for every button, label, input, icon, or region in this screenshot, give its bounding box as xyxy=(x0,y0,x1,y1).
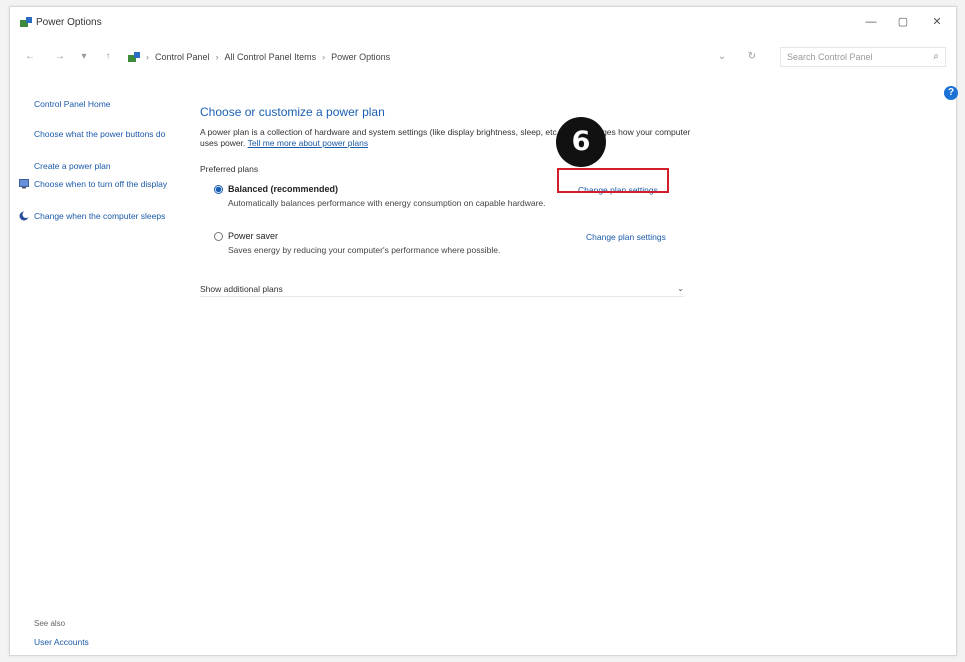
power-saver-radio[interactable] xyxy=(214,232,223,241)
control-panel-icon xyxy=(128,51,140,62)
breadcrumb-all-items[interactable]: All Control Panel Items xyxy=(225,52,317,62)
monitor-icon xyxy=(19,179,29,189)
up-arrow-icon[interactable]: ↑ xyxy=(100,49,116,65)
breadcrumb-power-options[interactable]: Power Options xyxy=(331,52,390,62)
title-bar: Power Options — ▢ ✕ xyxy=(10,7,956,37)
show-additional-plans-label: Show additional plans xyxy=(200,284,283,294)
sidebar-item-user-accounts[interactable]: User Accounts xyxy=(34,637,89,647)
breadcrumb-prefix[interactable]: › xyxy=(146,52,149,62)
power-saver-change-plan-settings-link[interactable]: Change plan settings xyxy=(586,232,666,242)
sidebar-item-create-plan[interactable]: Create a power plan xyxy=(34,161,169,171)
preferred-plans-label: Preferred plans xyxy=(200,164,259,174)
search-placeholder: Search Control Panel xyxy=(787,52,873,62)
maximize-button[interactable]: ▢ xyxy=(888,13,918,31)
power-options-app-icon xyxy=(20,17,32,27)
sidebar-item-power-buttons[interactable]: Choose what the power buttons do xyxy=(34,129,169,139)
search-icon: ⌕ xyxy=(933,51,939,62)
breadcrumb-separator: › xyxy=(215,52,219,62)
breadcrumb-separator: › xyxy=(322,52,326,62)
sidebar-item-turn-off-display[interactable]: Choose when to turn off the display xyxy=(34,179,169,189)
see-also-label: See also xyxy=(34,619,66,628)
page-description: A power plan is a collection of hardware… xyxy=(200,127,700,149)
moon-icon xyxy=(19,211,29,221)
balanced-plan-description: Automatically balances performance with … xyxy=(228,198,546,208)
forward-arrow-icon[interactable]: → xyxy=(52,49,68,65)
recent-locations-icon[interactable]: ▾ xyxy=(76,49,92,65)
balanced-plan-name[interactable]: Balanced (recommended) xyxy=(228,184,338,194)
sidebar-item-computer-sleeps[interactable]: Change when the computer sleeps xyxy=(34,211,169,221)
help-icon[interactable]: ? xyxy=(944,86,958,100)
balanced-radio[interactable] xyxy=(214,185,223,194)
chevron-down-icon: ⌄ xyxy=(677,284,684,293)
window-title: Power Options xyxy=(36,17,102,28)
minimize-button[interactable]: — xyxy=(856,13,886,31)
show-additional-plans-toggle[interactable]: Show additional plans ⌄ xyxy=(200,284,684,297)
address-dropdown-icon[interactable]: ⌄ xyxy=(714,49,730,65)
power-saver-plan-name[interactable]: Power saver xyxy=(228,231,278,241)
power-saver-plan-description: Saves energy by reducing your computer's… xyxy=(228,245,501,255)
power-plans-help-link[interactable]: Tell me more about power plans xyxy=(248,138,368,148)
navigation-bar: ← → ▾ ↑ › Control Panel › All Control Pa… xyxy=(10,43,956,71)
sidebar: Control Panel Home Choose what the power… xyxy=(10,95,180,655)
search-input[interactable]: Search Control Panel ⌕ xyxy=(780,47,946,67)
address-bar[interactable]: › Control Panel › All Control Panel Item… xyxy=(128,47,760,67)
refresh-icon[interactable]: ↻ xyxy=(744,49,760,65)
highlight-box xyxy=(557,168,669,193)
step-number-badge: 6 xyxy=(556,117,606,167)
sidebar-control-panel-home[interactable]: Control Panel Home xyxy=(34,99,169,109)
page-title: Choose or customize a power plan xyxy=(200,105,385,119)
back-arrow-icon[interactable]: ← xyxy=(22,49,38,65)
power-options-window: Power Options — ▢ ✕ ← → ▾ ↑ › Control Pa… xyxy=(9,6,958,656)
close-button[interactable]: ✕ xyxy=(922,13,952,31)
breadcrumb-control-panel[interactable]: Control Panel xyxy=(155,52,210,62)
